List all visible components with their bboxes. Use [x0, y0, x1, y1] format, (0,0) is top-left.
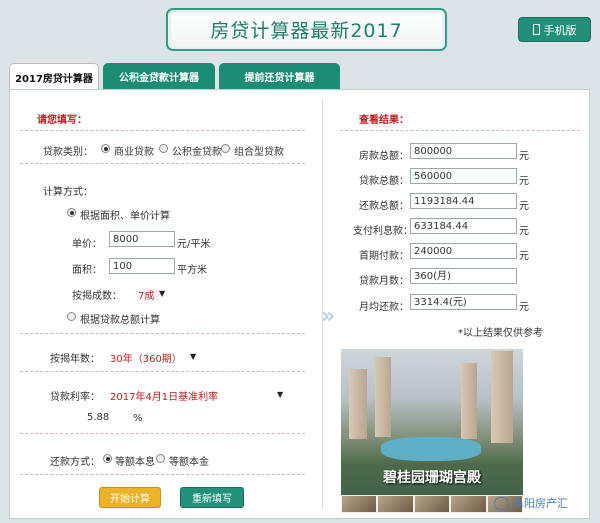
result-unit: 元 — [519, 302, 529, 313]
result-value-loan-total: 560000 — [410, 168, 517, 184]
loan-type-commercial-radio[interactable] — [101, 144, 110, 153]
wechat-icon — [494, 496, 509, 510]
mobile-version-button[interactable]: 手机版 — [518, 17, 591, 42]
building-shape — [375, 357, 391, 437]
by-area-label: 根据面积、单价计算 — [80, 211, 170, 222]
building-shape — [349, 369, 367, 439]
unit-price-input[interactable]: 8000 — [109, 231, 175, 247]
calc-method-label: 计算方式： — [43, 187, 93, 198]
loan-type-label: 贷款类别： — [43, 147, 93, 158]
result-unit: 元 — [519, 151, 529, 162]
area-unit: 平方米 — [177, 265, 207, 276]
years-label: 按揭年数： — [50, 354, 100, 365]
start-calculation-button[interactable]: 开始计算 — [99, 487, 161, 508]
result-label-monthly-payment: 月均还款： — [359, 302, 409, 313]
loan-type-commercial-label: 商业贷款 — [114, 147, 154, 158]
unit-price-label: 单价： — [72, 239, 102, 250]
loan-type-fund-radio[interactable] — [159, 144, 168, 153]
result-unit: 元 — [519, 251, 529, 262]
area-input[interactable]: 100 — [109, 258, 175, 274]
calculator-panel: 请您填写： 贷款类别： 商业贷款 公积金贷款 组合型贷款 计算方式： 根据面积、… — [9, 89, 590, 519]
thumbnail[interactable] — [414, 496, 450, 512]
input-section: 请您填写： 贷款类别： 商业贷款 公积金贷款 组合型贷款 计算方式： 根据面积、… — [20, 90, 310, 518]
building-shape — [461, 363, 477, 439]
page-title: 房贷计算器最新2017 — [210, 20, 403, 42]
thumbnail[interactable] — [378, 496, 413, 512]
result-value-house-total: 800000 — [410, 143, 517, 159]
pool-shape — [381, 437, 481, 461]
divider — [20, 433, 305, 434]
result-unit: 元 — [519, 176, 529, 187]
divider — [20, 371, 305, 372]
rate-unit: % — [133, 413, 143, 424]
result-unit: 元 — [519, 226, 529, 237]
tab-provident-fund-calculator[interactable]: 公积金贷款计算器 — [103, 63, 215, 89]
result-value-monthly-payment: 3314.4(元) — [410, 294, 517, 310]
by-total-label: 根据贷款总额计算 — [80, 315, 160, 326]
area-label: 面积： — [72, 265, 102, 276]
repay-equal-installment-radio[interactable] — [103, 454, 112, 463]
result-value-down-payment: 240000 — [410, 243, 517, 259]
divider — [20, 333, 305, 334]
loan-type-combo-radio[interactable] — [221, 144, 230, 153]
result-label-down-payment: 首期付款： — [359, 251, 409, 262]
rate-select[interactable]: 2017年4月1日基准利率 — [110, 388, 218, 403]
ratio-select[interactable]: 7成 — [138, 287, 154, 302]
divider — [20, 163, 305, 164]
watermark: 阜阳房产汇 — [494, 495, 568, 511]
loan-type-fund-label: 公积金贷款 — [172, 147, 222, 158]
result-label-loan-total: 贷款总额： — [359, 176, 409, 187]
years-select[interactable]: 30年（360期） — [110, 350, 182, 365]
divider — [340, 130, 580, 131]
result-label-interest: 支付利息款： — [353, 226, 413, 237]
ad-photo[interactable]: 碧桂园珊瑚宫殿 — [341, 349, 523, 513]
result-value-repay-total: 1193184.44 — [410, 193, 517, 209]
result-label-house-total: 房款总额： — [359, 151, 409, 162]
rate-label: 贷款利率： — [50, 392, 100, 403]
repay-equal-principal-label: 等额本金 — [169, 457, 209, 468]
loan-type-combo-label: 组合型贷款 — [234, 147, 284, 158]
result-unit: 元 — [519, 201, 529, 212]
page-title-box: 房贷计算器最新2017 — [166, 8, 447, 51]
result-value-interest: 633184.44 — [410, 218, 517, 234]
input-header: 请您填写： — [37, 115, 87, 126]
tab-2017-calculator[interactable]: 2017房贷计算器 — [9, 63, 99, 90]
divider — [20, 474, 305, 475]
watermark-text: 阜阳房产汇 — [513, 497, 568, 510]
result-label-months: 贷款月数： — [359, 276, 409, 287]
reset-button[interactable]: 重新填写 — [180, 487, 244, 508]
unit-price-unit: 元/平米 — [177, 239, 211, 250]
thumbnail[interactable] — [451, 496, 486, 512]
tab-prepayment-calculator[interactable]: 提前还贷计算器 — [219, 63, 340, 89]
building-shape — [491, 351, 513, 443]
double-chevron-right-icon: » — [321, 304, 335, 329]
repay-equal-principal-radio[interactable] — [156, 454, 165, 463]
result-value-months: 360(月) — [410, 268, 517, 284]
chevron-down-icon: ▼ — [277, 390, 284, 399]
repay-equal-installment-label: 等额本息 — [115, 457, 155, 468]
ratio-label: 按揭成数： — [72, 291, 122, 302]
ad-caption: 碧桂园珊瑚宫殿 — [383, 470, 481, 486]
divider — [20, 130, 305, 131]
by-area-radio[interactable] — [67, 208, 76, 217]
by-total-radio[interactable] — [67, 312, 76, 321]
result-header: 查看结果： — [359, 115, 409, 126]
result-label-repay-total: 还款总额： — [359, 201, 409, 212]
thumbnail[interactable] — [342, 496, 377, 512]
result-note: *以上结果仅供参考 — [458, 328, 543, 339]
phone-icon — [532, 24, 540, 35]
chevron-down-icon: ▼ — [159, 289, 166, 298]
mobile-version-label: 手机版 — [543, 23, 577, 37]
chevron-down-icon: ▼ — [190, 352, 197, 361]
rate-number: 5.88 — [87, 412, 110, 423]
repay-method-label: 还款方式： — [50, 457, 100, 468]
